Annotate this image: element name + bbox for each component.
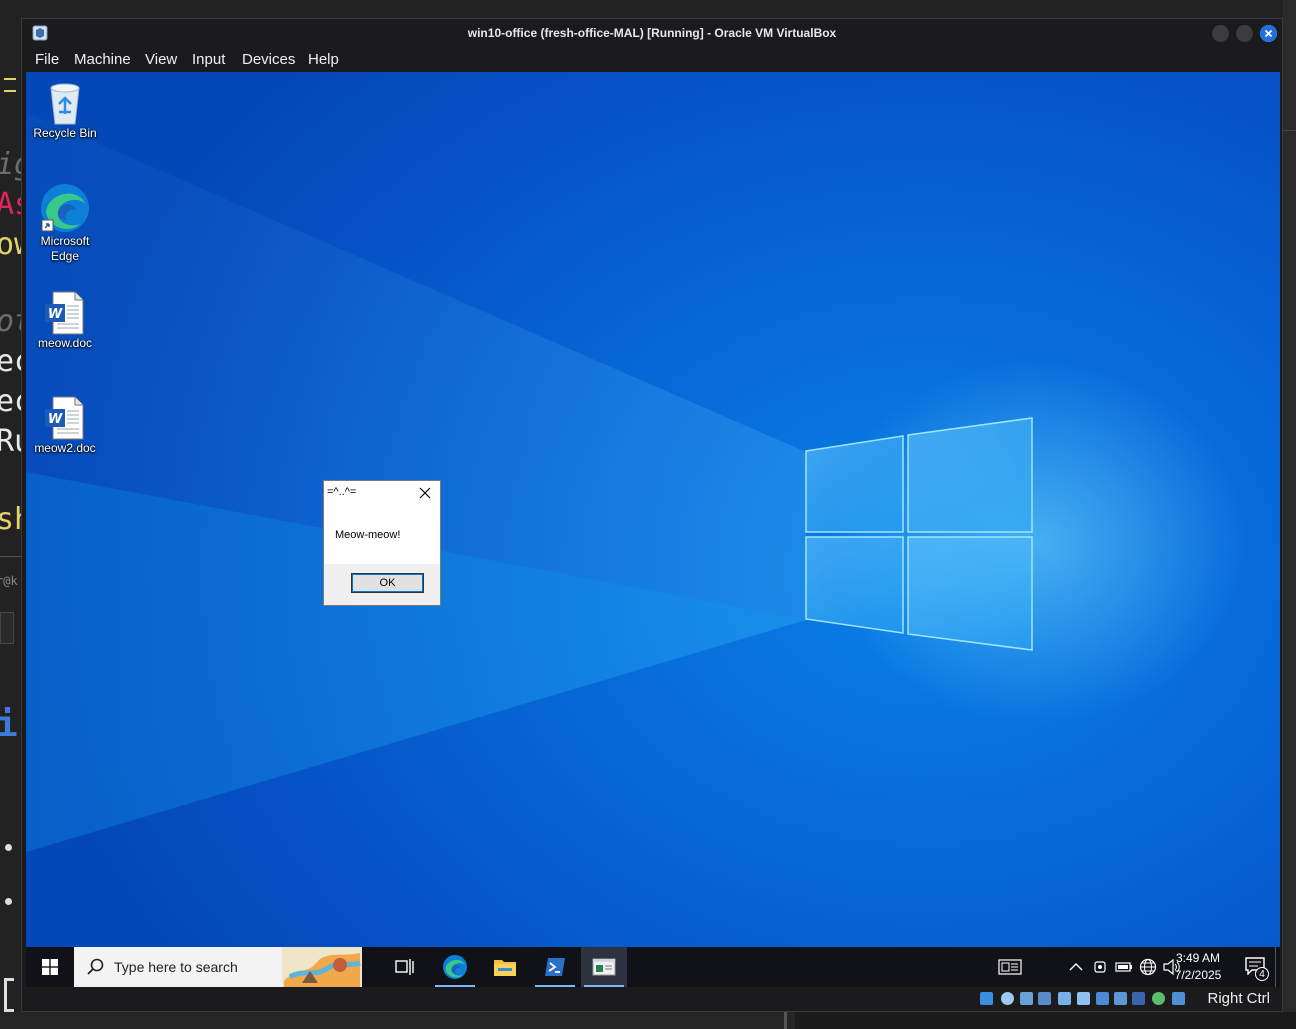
dialog-message: Meow-meow! [335, 529, 401, 541]
word-document-icon: W [45, 291, 84, 335]
close-icon [1260, 25, 1277, 42]
host-divider [0, 556, 21, 557]
windows-logo-icon [42, 959, 58, 975]
message-box-dialog[interactable]: =^..^= Meow-meow! OK [323, 480, 441, 606]
meet-now-icon[interactable] [1093, 959, 1107, 975]
hard-disk-icon[interactable] [980, 992, 993, 1005]
search-icon [87, 958, 104, 975]
host-right-strip [1283, 0, 1296, 1029]
host-divider [784, 1012, 787, 1029]
guest-desktop[interactable]: Recycle Bin Microsoft Edge W meow.doc W … [26, 72, 1280, 947]
menu-machine[interactable]: Machine [74, 51, 131, 68]
host-text-fragment: r@k [0, 574, 18, 588]
menu-input[interactable]: Input [192, 51, 225, 68]
desktop-icon-recycle-bin[interactable]: Recycle Bin [26, 80, 105, 141]
close-button[interactable] [1260, 25, 1277, 42]
svg-text:W: W [48, 412, 63, 427]
host-bullet [5, 898, 12, 905]
edge-icon [41, 184, 89, 232]
news-widget-icon[interactable] [998, 958, 1022, 976]
battery-icon[interactable] [1115, 961, 1133, 973]
recycle-bin-icon [50, 83, 80, 125]
task-view-icon [395, 959, 414, 975]
desktop-icon-meow-doc[interactable]: W meow.doc [26, 290, 105, 351]
desktop-icon-label: Microsoft Edge [40, 234, 90, 263]
dialog-title: =^..^= [327, 486, 357, 498]
menu-help[interactable]: Help [308, 51, 339, 68]
clock-date[interactable]: 7/2/2025 [1170, 967, 1226, 983]
network-globe-icon[interactable] [1139, 958, 1157, 976]
search-highlight-image [282, 947, 362, 987]
virtualbox-statusbar: Right Ctrl [22, 987, 1282, 1011]
recording-icon[interactable] [1114, 992, 1127, 1005]
file-explorer-icon [494, 960, 516, 976]
virtualbox-window: win10-office (fresh-office-MAL) [Running… [21, 18, 1283, 1012]
edge-icon [443, 955, 467, 979]
desktop-icon-label: meow2.doc [34, 441, 96, 455]
menu-devices[interactable]: Devices [242, 51, 295, 68]
guest-additions-icon[interactable] [1152, 992, 1165, 1005]
desktop-icon-meow2-doc[interactable]: W meow2.doc [26, 395, 105, 456]
clock-time[interactable]: 3:49 AM [1170, 950, 1226, 966]
desktop-icon-microsoft-edge[interactable]: Microsoft Edge [26, 182, 105, 264]
action-center-button[interactable]: 4 [1243, 955, 1269, 981]
powershell-icon [545, 958, 565, 976]
menu-view[interactable]: View [145, 51, 177, 68]
taskbar-active-window[interactable] [581, 947, 627, 987]
menu-bar: File Machine View Input Devices Help [22, 48, 1282, 72]
host-bullet [5, 844, 12, 851]
desktop-icon-label: meow.doc [37, 336, 93, 350]
network-adapter-icon[interactable] [1038, 992, 1051, 1005]
vt-x-icon[interactable] [1132, 992, 1145, 1005]
minimize-button[interactable] [1212, 25, 1229, 42]
host-divider [0, 612, 14, 644]
notification-count-badge: 4 [1255, 967, 1269, 981]
display-icon[interactable] [1096, 992, 1109, 1005]
title-bar[interactable]: win10-office (fresh-office-MAL) [Running… [22, 19, 1282, 47]
maximize-button[interactable] [1236, 25, 1253, 42]
audio-icon[interactable] [1020, 992, 1033, 1005]
desktop-icon-label: Recycle Bin [33, 126, 97, 140]
taskbar-edge[interactable] [432, 947, 478, 987]
window-title: win10-office (fresh-office-MAL) [Running… [467, 26, 837, 40]
host-bottom-panel [795, 1012, 1296, 1029]
host-bracket [4, 978, 14, 1012]
usb-icon[interactable] [1058, 992, 1071, 1005]
taskbar-file-explorer[interactable] [482, 947, 528, 987]
host-icon [4, 78, 16, 92]
optical-drive-icon[interactable] [1001, 992, 1014, 1005]
host-divider [1283, 130, 1296, 131]
taskbar-powershell[interactable] [532, 947, 578, 987]
chevron-up-icon[interactable] [1069, 962, 1083, 972]
shared-folders-icon[interactable] [1077, 992, 1090, 1005]
search-input[interactable]: Type here to search [74, 947, 362, 987]
close-icon[interactable] [419, 487, 431, 499]
host-key-label: Right Ctrl [1207, 990, 1270, 1007]
keyboard-capture-icon[interactable] [1172, 992, 1185, 1005]
active-window-icon [592, 958, 616, 976]
host-text-fragment: i [0, 704, 18, 745]
svg-text:W: W [48, 307, 63, 322]
windows-taskbar: Type here to search 3:49 AM 7/2/2025 4 [26, 947, 1280, 987]
menu-file[interactable]: File [35, 51, 59, 68]
dialog-footer: OK [324, 564, 440, 605]
task-view-button[interactable] [382, 947, 428, 987]
windows-wallpaper-logo [26, 112, 1033, 852]
start-button[interactable] [26, 947, 74, 987]
show-desktop-strip[interactable] [1275, 947, 1276, 987]
word-document-icon: W [45, 396, 84, 440]
ok-button[interactable]: OK [351, 573, 424, 593]
search-placeholder: Type here to search [114, 959, 238, 975]
